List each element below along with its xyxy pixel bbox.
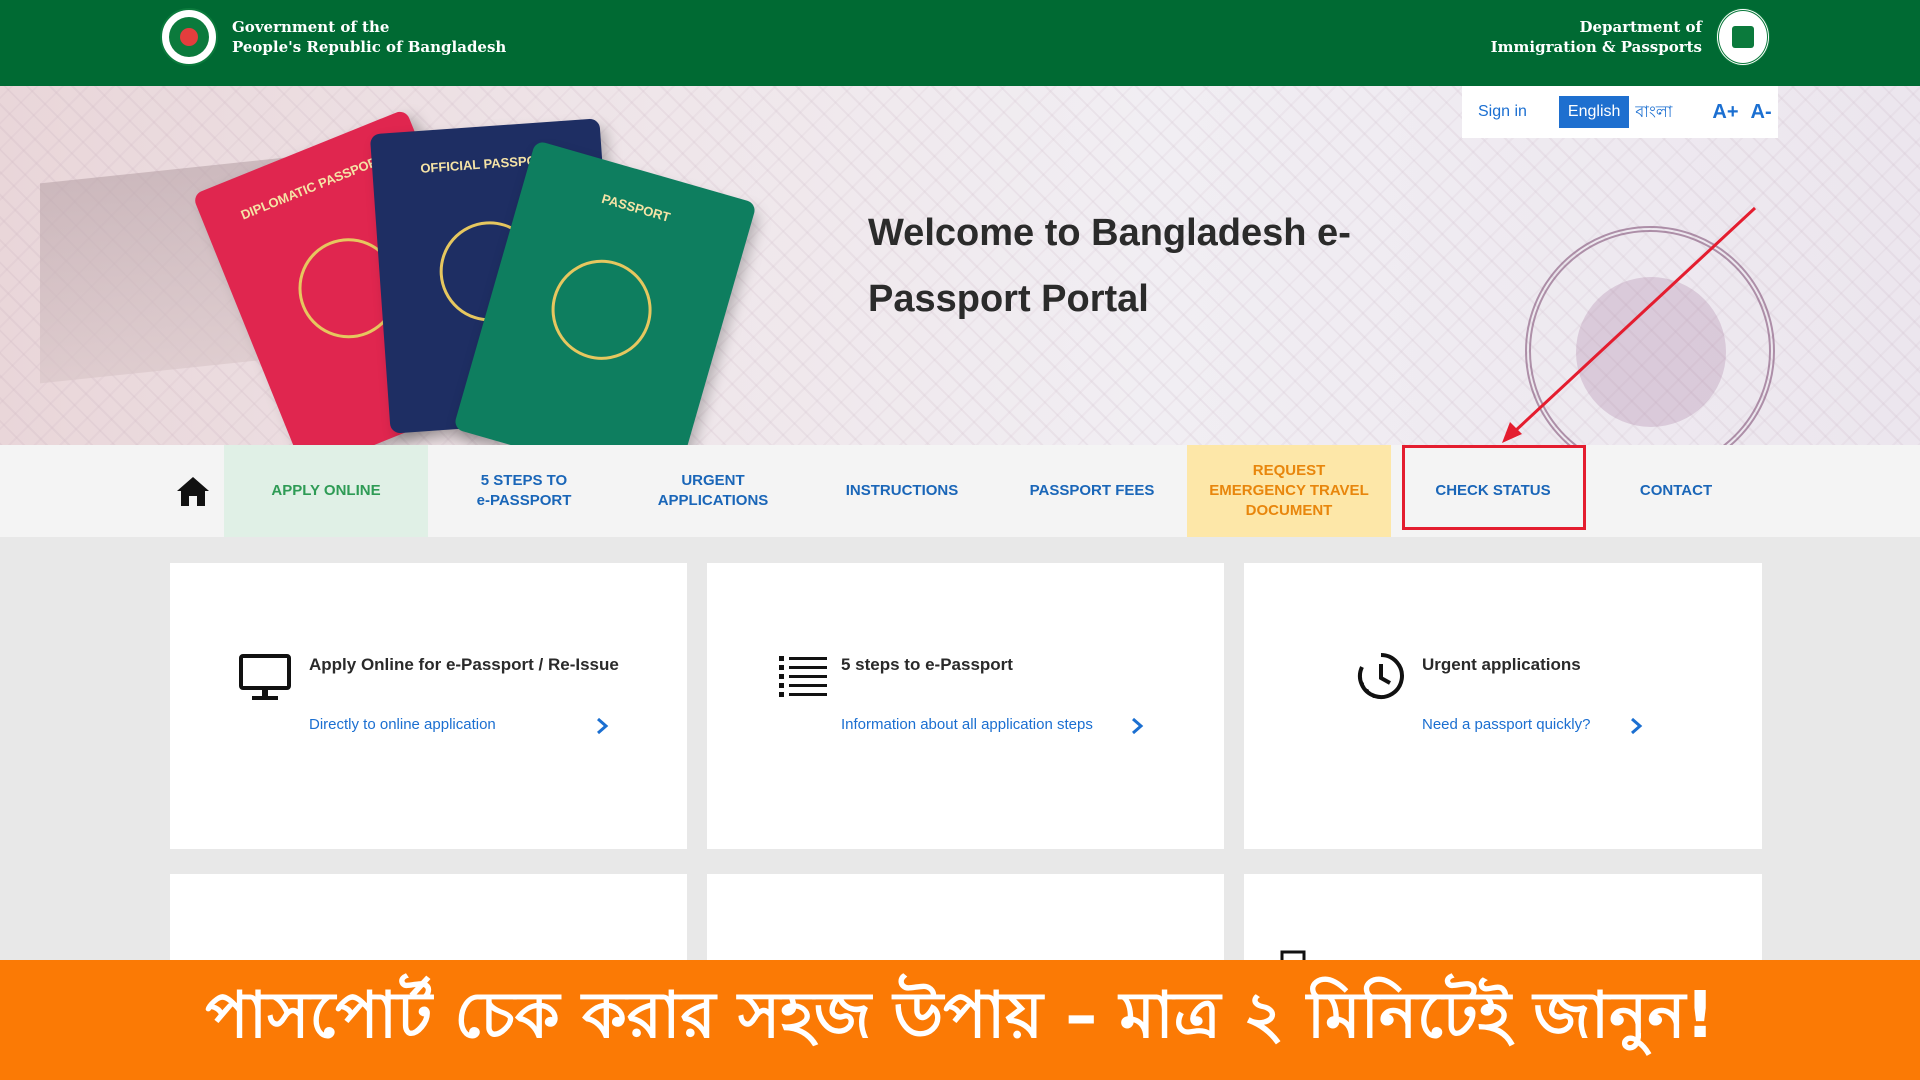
dept-name: Department of Immigration & Passports: [1491, 17, 1702, 57]
nav-emergency-travel-document[interactable]: REQUEST EMERGENCY TRAVEL DOCUMENT: [1187, 445, 1391, 537]
nav-label: URGENT: [681, 472, 745, 489]
nav-label: INSTRUCTIONS: [845, 482, 959, 499]
clock-icon: [1358, 653, 1404, 699]
promo-banner: পাসপোর্ট চেক করার সহজ উপায় – মাত্র ২ মি…: [0, 960, 1920, 1080]
dept-line-2: Immigration & Passports: [1490, 38, 1702, 56]
dept-branding[interactable]: Department of Immigration & Passports: [1491, 8, 1770, 66]
government-header: Government of the People's Republic of B…: [0, 0, 1920, 86]
promo-banner-text: পাসপোর্ট চেক করার সহজ উপায় – মাত্র ২ মি…: [205, 978, 1715, 1053]
card-title: 5 steps to e-Passport: [841, 655, 1013, 674]
nav-check-status[interactable]: CHECK STATUS: [1400, 445, 1586, 537]
nav-label: CHECK STATUS: [1435, 482, 1551, 499]
font-decrease-button[interactable]: A-: [1751, 101, 1772, 124]
gov-name: Government of the People's Republic of B…: [232, 17, 506, 57]
passport-emblem-icon: [539, 247, 664, 372]
nav-contact[interactable]: CONTACT: [1586, 445, 1766, 537]
gov-branding[interactable]: Government of the People's Republic of B…: [160, 8, 506, 66]
gov-line-1: Government of the: [232, 18, 390, 36]
card-apply-online[interactable]: Apply Online for e-Passport / Re-Issue D…: [170, 563, 687, 849]
list-icon: [779, 656, 827, 697]
nav-label: e-PASSPORT: [476, 492, 572, 509]
card-5-steps[interactable]: 5 steps to e-Passport Information about …: [707, 563, 1224, 849]
card-link[interactable]: Directly to online application: [309, 716, 496, 733]
nav-label: CONTACT: [1639, 482, 1713, 499]
font-increase-button[interactable]: A+: [1712, 101, 1738, 124]
nav-urgent-applications[interactable]: URGENT APPLICATIONS: [620, 445, 806, 537]
nav-label: APPLICATIONS: [657, 492, 769, 509]
monitor-icon: [239, 654, 291, 700]
card-link[interactable]: Information about all application steps: [841, 716, 1093, 733]
page-title: Welcome to Bangladesh e-Passport Portal: [868, 212, 1351, 320]
nav-label: PASSPORT FEES: [1029, 482, 1155, 499]
language-bangla-button[interactable]: বাংলা: [1635, 99, 1672, 126]
nav-label: DOCUMENT: [1245, 502, 1333, 519]
sign-in-link[interactable]: Sign in: [1478, 103, 1527, 121]
card-title: Urgent applications: [1422, 655, 1581, 674]
nav-label: 5 STEPS TO: [480, 472, 568, 489]
card-title: Apply Online for e-Passport / Re-Issue: [309, 655, 619, 674]
chevron-right-icon[interactable]: [595, 717, 609, 735]
nav-label: EMERGENCY TRAVEL: [1209, 482, 1369, 499]
card-urgent-applications[interactable]: Urgent applications Need a passport quic…: [1244, 563, 1762, 849]
chevron-right-icon[interactable]: [1130, 717, 1144, 735]
language-english-button[interactable]: English: [1558, 96, 1630, 128]
home-icon[interactable]: [176, 475, 210, 507]
nav-label: REQUEST: [1252, 462, 1326, 479]
nav-instructions[interactable]: INSTRUCTIONS: [806, 445, 998, 537]
dept-line-1: Department of: [1579, 18, 1702, 36]
gov-line-2: People's Republic of Bangladesh: [232, 38, 507, 56]
nav-label: APPLY ONLINE: [271, 482, 381, 499]
card-link[interactable]: Need a passport quickly?: [1422, 716, 1590, 733]
bangladesh-emblem-icon: [160, 8, 218, 66]
chevron-right-icon[interactable]: [1629, 717, 1643, 735]
dip-logo-icon: [1716, 8, 1770, 66]
nav-passport-fees[interactable]: PASSPORT FEES: [998, 445, 1186, 537]
main-navigation: APPLY ONLINE 5 STEPS TO e-PASSPORT URGENT…: [0, 445, 1920, 537]
nav-5-steps[interactable]: 5 STEPS TO e-PASSPORT: [428, 445, 620, 537]
nav-apply-online[interactable]: APPLY ONLINE: [224, 445, 428, 537]
utility-bar: Sign in English বাংলা A+ A-: [1462, 86, 1778, 138]
